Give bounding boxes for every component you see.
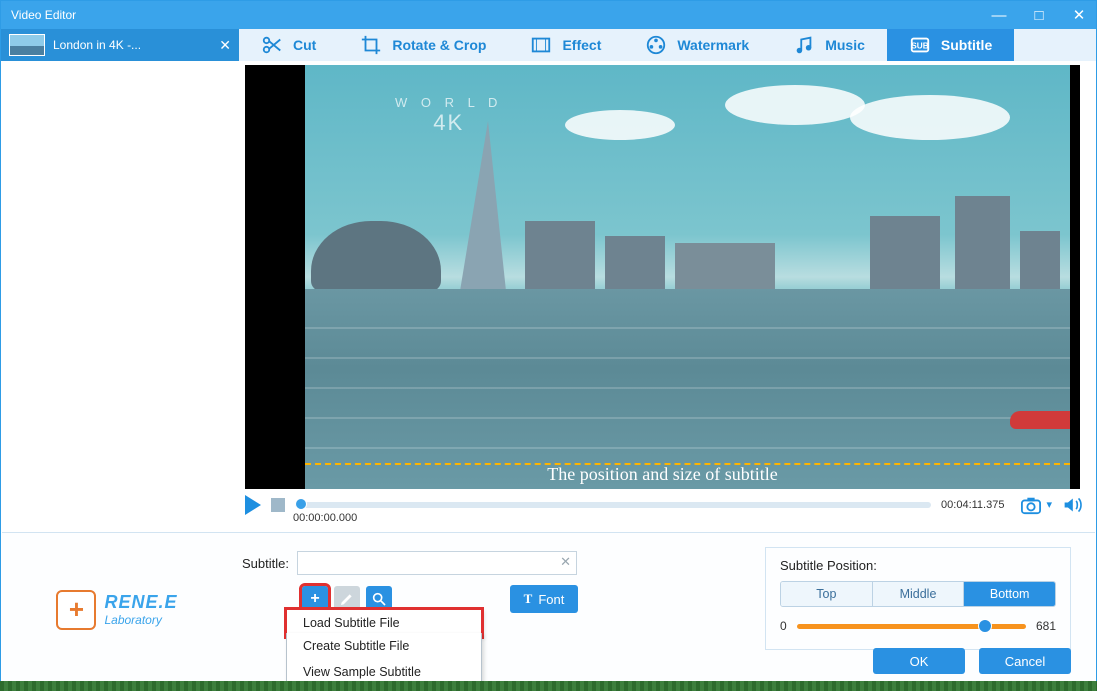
stop-button[interactable] xyxy=(271,498,285,512)
svg-text:SUB: SUB xyxy=(911,42,928,51)
clear-input-icon[interactable]: ✕ xyxy=(560,554,571,570)
subtitle-sample-text: The position and size of subtitle xyxy=(245,464,1080,485)
tab-watermark[interactable]: Watermark xyxy=(623,29,771,61)
brand-logo: + RENE.E Laboratory xyxy=(2,533,232,686)
add-subtitle-menu-rest: Create Subtitle File View Sample Subtitl… xyxy=(286,633,482,686)
tab-music[interactable]: Music xyxy=(771,29,887,61)
file-name: London in 4K -... xyxy=(53,38,211,52)
file-tab[interactable]: London in 4K -... ✕ xyxy=(1,29,239,61)
position-segmented: Top Middle Bottom xyxy=(780,581,1056,607)
video-editor-window: Video Editor — □ ✕ London in 4K -... ✕ xyxy=(0,0,1097,688)
play-button[interactable] xyxy=(245,495,261,515)
slider-min: 0 xyxy=(780,619,787,633)
ok-button[interactable]: OK xyxy=(873,648,965,674)
editor-toolbar: Cut Rotate & Crop Effect xyxy=(239,29,1096,61)
file-tab-close-icon[interactable]: ✕ xyxy=(219,37,231,54)
logo-badge-icon: + xyxy=(56,590,96,630)
position-middle[interactable]: Middle xyxy=(872,582,964,606)
cancel-button[interactable]: Cancel xyxy=(979,648,1071,674)
position-slider[interactable] xyxy=(797,624,1026,629)
window-title: Video Editor xyxy=(11,8,76,22)
slider-knob[interactable] xyxy=(978,619,992,633)
subtitle-label: Subtitle: xyxy=(242,556,289,571)
seek-track[interactable]: 00:00:00.000 xyxy=(295,502,931,508)
subtitle-position-box: Subtitle Position: Top Middle Bottom 0 6… xyxy=(765,547,1071,650)
video-watermark: W O R L D 4K xyxy=(395,95,502,136)
tab-subtitle[interactable]: SUB Subtitle xyxy=(887,29,1014,61)
subtitle-path-input[interactable] xyxy=(297,551,577,575)
tab-rotate-crop[interactable]: Rotate & Crop xyxy=(338,29,508,61)
film-icon xyxy=(530,34,552,56)
file-thumbnail xyxy=(9,34,45,56)
total-time: 00:04:11.375 xyxy=(941,499,1004,511)
reel-icon xyxy=(645,34,667,56)
plus-icon: + xyxy=(310,590,319,608)
font-button[interactable]: T Font xyxy=(510,585,578,613)
tab-cut[interactable]: Cut xyxy=(239,29,338,61)
scissors-icon xyxy=(261,34,283,56)
seek-handle[interactable] xyxy=(295,498,307,510)
crop-icon xyxy=(360,34,382,56)
text-icon: T xyxy=(524,591,533,607)
position-title: Subtitle Position: xyxy=(780,558,1056,573)
tab-effect[interactable]: Effect xyxy=(508,29,623,61)
position-top[interactable]: Top xyxy=(781,582,872,606)
subtitle-icon: SUB xyxy=(909,34,931,56)
bottom-panel: + RENE.E Laboratory Subtitle: ✕ + xyxy=(2,532,1095,686)
menu-create-subtitle[interactable]: Create Subtitle File xyxy=(287,633,481,659)
close-button[interactable]: ✕ xyxy=(1070,6,1088,24)
position-bottom[interactable]: Bottom xyxy=(963,582,1055,606)
titlebar: Video Editor — □ ✕ xyxy=(1,1,1096,29)
background-decoration xyxy=(0,681,1097,691)
boat-graphic xyxy=(1010,411,1070,429)
volume-button[interactable] xyxy=(1062,496,1082,514)
video-preview[interactable]: W O R L D 4K The position and size of su… xyxy=(245,65,1080,489)
window-controls: — □ ✕ xyxy=(990,6,1088,24)
minimize-button[interactable]: — xyxy=(990,7,1008,24)
current-time: 00:00:00.000 xyxy=(293,512,357,524)
maximize-button[interactable]: □ xyxy=(1030,7,1048,24)
playback-bar: 00:00:00.000 00:04:11.375 ▾ xyxy=(239,491,1096,519)
music-note-icon xyxy=(793,34,815,56)
snapshot-button[interactable] xyxy=(1020,495,1042,515)
slider-max: 681 xyxy=(1036,619,1056,633)
